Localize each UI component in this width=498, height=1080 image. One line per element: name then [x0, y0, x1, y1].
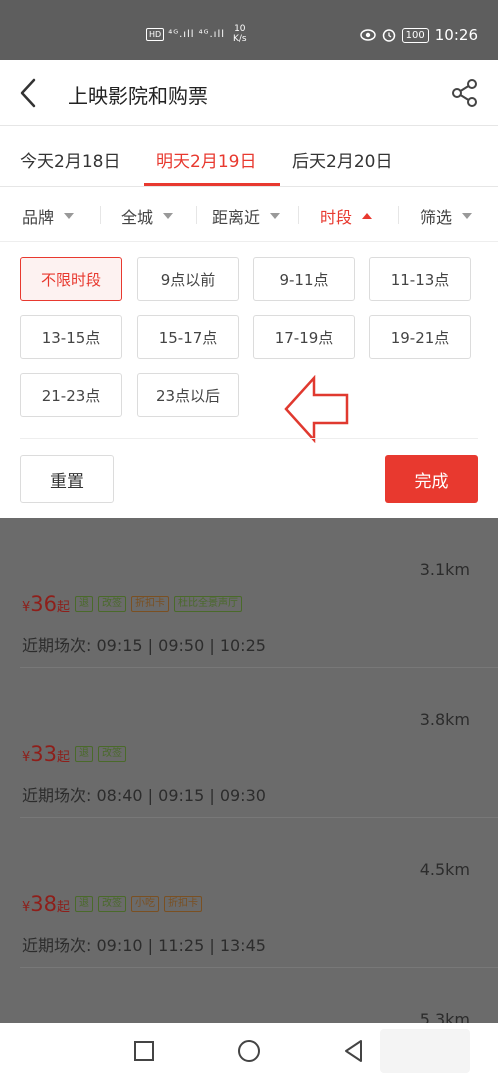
time-slot-chip[interactable]: 13-15点 — [20, 315, 122, 359]
tab-tomorrow[interactable]: 明天2月19日 — [156, 147, 256, 172]
home-button[interactable] — [235, 1037, 263, 1065]
cinema-distance: 5.3km — [419, 1010, 470, 1023]
tag-badge: 杜比全景声厅 — [174, 596, 243, 612]
dim-overlay[interactable]: 3.1km ¥ 36 起 退 改签 折扣卡 杜比全景声厅 近期场次: 09:15… — [0, 518, 498, 1023]
recent-apps-button[interactable] — [130, 1037, 158, 1065]
filter-time-slot[interactable]: 时段 — [320, 204, 373, 228]
caret-down-icon — [64, 213, 75, 219]
cinema-distance: 3.1km — [419, 560, 470, 579]
network-speed: 10 K/s — [233, 24, 247, 44]
cinema-sessions: 近期场次: 09:10 | 11:25 | 13:45 — [22, 936, 266, 955]
circle-icon — [238, 1040, 260, 1062]
divider — [196, 206, 197, 224]
time-slot-panel: 不限时段 9点以前 9-11点 11-13点 13-15点 15-17点 17-… — [0, 242, 498, 518]
caret-down-icon — [462, 213, 473, 219]
reset-button[interactable]: 重置 — [20, 455, 114, 503]
time-slot-chip[interactable]: 17-19点 — [253, 315, 355, 359]
date-tabs: 今天2月18日 明天2月19日 后天2月20日 — [0, 127, 498, 187]
price: ¥ 33 起 — [22, 742, 71, 766]
tab-day-after[interactable]: 后天2月20日 — [292, 147, 392, 172]
time-slot-chip[interactable]: 9-11点 — [253, 257, 355, 301]
tag-badge: 改签 — [98, 596, 127, 612]
time-slot-chip[interactable]: 9点以前 — [137, 257, 239, 301]
triangle-back-icon — [345, 1040, 362, 1062]
arrow-left-icon — [284, 375, 349, 443]
cinema-sessions: 近期场次: 08:40 | 09:15 | 09:30 — [22, 786, 266, 805]
page-title: 上映影院和购票 — [68, 84, 208, 108]
tag-badge: 折扣卡 — [131, 596, 170, 612]
signal-icon: ⁴ᴳ.ıll — [168, 28, 195, 40]
cinema-list-item[interactable]: 3.1km ¥ 36 起 退 改签 折扣卡 杜比全景声厅 近期场次: 09:15… — [0, 518, 498, 668]
caret-down-icon — [270, 213, 281, 219]
price-row: ¥ 33 起 退 改签 — [22, 742, 127, 766]
tag-badge: 改签 — [98, 746, 127, 762]
time-slot-chip[interactable]: 19-21点 — [369, 315, 471, 359]
cinema-list-item[interactable]: 3.8km ¥ 33 起 退 改签 近期场次: 08:40 | 09:15 | … — [0, 668, 498, 818]
time-slot-chip[interactable]: 23点以后 — [137, 373, 239, 417]
tag-badge: 改签 — [98, 896, 127, 912]
square-icon — [134, 1041, 154, 1061]
status-left: HD ⁴ᴳ.ıll ⁴ᴳ.ıll 10 K/s — [146, 24, 247, 44]
status-bar: HD ⁴ᴳ.ıll ⁴ᴳ.ıll 10 K/s 100 10:26 — [0, 0, 498, 60]
tag-badge: 折扣卡 — [164, 896, 203, 912]
filter-bar: 品牌 全城 距离近 时段 筛选 — [0, 188, 498, 242]
cinema-list-item[interactable]: 4.5km ¥ 38 起 退 改签 小吃 折扣卡 近期场次: 09:10 | 1… — [0, 818, 498, 968]
price: ¥ 38 起 — [22, 892, 71, 916]
active-tab-indicator — [144, 183, 280, 186]
eye-icon — [359, 29, 376, 41]
divider — [100, 206, 101, 224]
time-slot-chip[interactable]: 11-13点 — [369, 257, 471, 301]
chevron-left-icon — [20, 78, 36, 108]
filter-label: 品牌 — [22, 208, 55, 227]
share-button[interactable] — [450, 78, 480, 108]
alarm-icon — [382, 29, 395, 42]
cinema-distance: 3.8km — [419, 710, 470, 729]
divider — [398, 206, 399, 224]
filter-more[interactable]: 筛选 — [420, 204, 473, 228]
battery-icon: 100 — [401, 27, 429, 43]
filter-area[interactable]: 全城 — [121, 204, 174, 228]
tab-today[interactable]: 今天2月18日 — [20, 147, 120, 172]
status-right: 100 10:26 — [359, 26, 478, 44]
done-button[interactable]: 完成 — [385, 455, 478, 503]
divider — [20, 438, 478, 439]
cinema-list-item[interactable]: 5.3km — [0, 968, 498, 1023]
page-header: 上映影院和购票 — [0, 60, 498, 126]
price: ¥ 36 起 — [22, 592, 71, 616]
nav-placeholder — [380, 1029, 470, 1073]
time-slot-chip[interactable]: 15-17点 — [137, 315, 239, 359]
signal-icon: ⁴ᴳ.ıll — [198, 28, 225, 40]
system-nav-bar — [0, 1023, 498, 1080]
divider — [298, 206, 299, 224]
filter-brand[interactable]: 品牌 — [22, 204, 75, 228]
tag-badge: 退 — [75, 896, 94, 912]
caret-up-icon — [362, 213, 373, 219]
price-row: ¥ 36 起 退 改签 折扣卡 杜比全景声厅 — [22, 592, 243, 616]
hd-badge: HD — [146, 27, 165, 41]
filter-label: 时段 — [320, 208, 353, 227]
tag-badge: 小吃 — [131, 896, 160, 912]
filter-label: 全城 — [121, 208, 154, 227]
filter-distance[interactable]: 距离近 — [212, 204, 281, 228]
back-button[interactable] — [14, 76, 44, 110]
time-slot-chip[interactable]: 21-23点 — [20, 373, 122, 417]
tag-badge: 退 — [75, 596, 94, 612]
caret-down-icon — [163, 213, 174, 219]
filter-label: 距离近 — [212, 208, 261, 227]
cinema-sessions: 近期场次: 09:15 | 09:50 | 10:25 — [22, 636, 266, 655]
tag-badge: 退 — [75, 746, 94, 762]
nav-back-button[interactable] — [340, 1037, 368, 1065]
cinema-distance: 4.5km — [419, 860, 470, 879]
price-row: ¥ 38 起 退 改签 小吃 折扣卡 — [22, 892, 203, 916]
time-slot-chip[interactable]: 不限时段 — [20, 257, 122, 301]
filter-label: 筛选 — [420, 208, 453, 227]
share-icon — [452, 79, 477, 107]
status-time: 10:26 — [434, 26, 478, 44]
